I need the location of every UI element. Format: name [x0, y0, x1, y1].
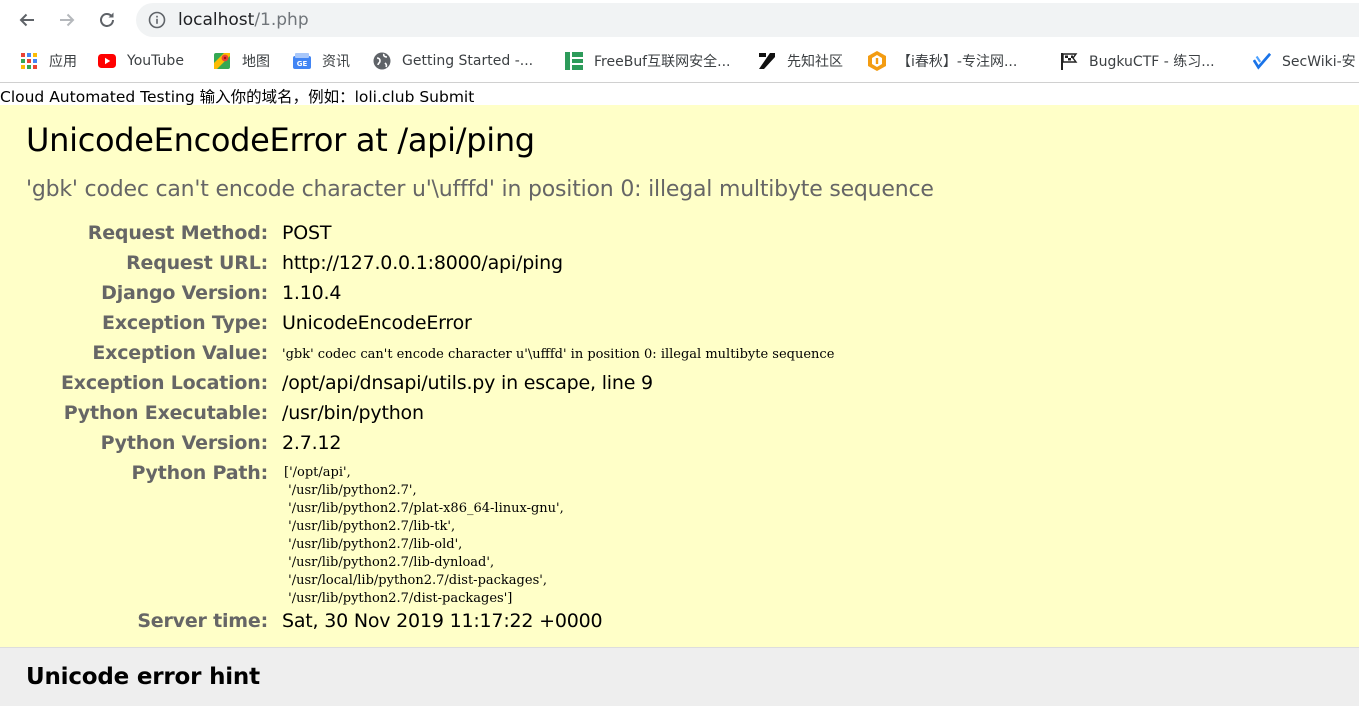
python-path-list: ['/opt/api', '/usr/lib/python2.7', '/usr… [284, 465, 564, 606]
meta-value: 1.10.4 [282, 282, 342, 304]
bookmark-label: 资讯 [322, 54, 350, 70]
url-host: localhost [178, 10, 255, 30]
meta-key: Python Executable: [63, 402, 268, 424]
meta-row-request-url: Request URL: http://127.0.0.1:8000/api/p… [0, 248, 1359, 278]
meta-key: Python Path: [131, 462, 268, 484]
maps-icon [213, 52, 231, 70]
unicode-hint-section: Unicode error hint [0, 648, 1359, 706]
domain-form-line: Cloud Automated Testing 输入你的域名，例如：loli.c… [0, 88, 475, 106]
bookmark-apps[interactable]: 应用 [20, 50, 77, 72]
meta-row-django-version: Django Version: 1.10.4 [0, 278, 1359, 308]
meta-row-python-executable: Python Executable: /usr/bin/python [0, 398, 1359, 428]
forward-arrow-icon [60, 13, 75, 27]
meta-key: Python Version: [100, 432, 269, 454]
meta-value: 2.7.12 [282, 432, 342, 454]
meta-value: http://127.0.0.1:8000/api/ping [282, 252, 563, 274]
bookmarks-bar: 应用 YouTube 地图 GE 资讯 Getting Started -...… [0, 40, 1359, 83]
xianzhi-icon [758, 52, 776, 70]
meta-row-exception-type: Exception Type: UnicodeEncodeError [0, 308, 1359, 338]
bookmark-xianzhi[interactable]: 先知社区 [758, 50, 843, 72]
address-bar[interactable]: localhost/1.php [136, 3, 1359, 37]
meta-key: Exception Location: [61, 372, 268, 394]
meta-row-server-time: Server time: Sat, 30 Nov 2019 11:17:22 +… [0, 606, 1359, 636]
meta-row-exception-location: Exception Location: /opt/api/dnsapi/util… [0, 368, 1359, 398]
freebuf-icon [565, 52, 583, 70]
svg-text:GE: GE [297, 60, 308, 68]
meta-value: /usr/bin/python [282, 402, 424, 424]
meta-row-python-version: Python Version: 2.7.12 [0, 428, 1359, 458]
bookmark-freebuf[interactable]: FreeBuf互联网安全... [565, 50, 730, 72]
meta-key: Django Version: [101, 282, 268, 304]
bookmark-label: YouTube [127, 53, 184, 69]
bookmark-label: 先知社区 [787, 54, 843, 70]
meta-key: Request URL: [126, 252, 268, 274]
globe-icon [373, 52, 391, 70]
meta-value: POST [282, 222, 332, 244]
back-arrow-icon [19, 13, 34, 27]
bookmark-secwiki[interactable]: SecWiki-安 [1253, 50, 1356, 72]
bookmark-news[interactable]: GE 资讯 [293, 50, 350, 72]
meta-key: Server time: [137, 610, 268, 632]
bookmark-label: 【i春秋】-专注网... [897, 54, 1018, 70]
error-summary: UnicodeEncodeError at /api/ping 'gbk' co… [0, 105, 1359, 648]
bookmark-label: BugkuCTF - 练习... [1089, 54, 1215, 70]
bookmark-ichunqiu[interactable]: 【i春秋】-专注网... [868, 50, 1017, 72]
meta-key: Exception Value: [92, 342, 268, 364]
ichunqiu-icon [868, 51, 886, 71]
bookmark-youtube[interactable]: YouTube [98, 50, 184, 72]
info-icon[interactable] [148, 11, 166, 29]
meta-value: Sat, 30 Nov 2019 11:17:22 +0000 [282, 610, 603, 632]
meta-key: Exception Type: [102, 312, 268, 334]
youtube-icon [98, 52, 116, 70]
url-text: localhost/1.php [178, 10, 309, 30]
meta-row-request-method: Request Method: POST [0, 218, 1359, 248]
reload-button[interactable] [93, 6, 121, 34]
bookmark-label: SecWiki-安 [1282, 54, 1356, 70]
url-path: /1.php [254, 10, 309, 30]
unicode-hint-title: Unicode error hint [26, 664, 260, 690]
meta-value: 'gbk' codec can't encode character u'\uf… [282, 347, 835, 362]
error-title: UnicodeEncodeError at /api/ping [26, 121, 535, 159]
back-button[interactable] [13, 6, 41, 34]
bookmark-label: 地图 [242, 54, 270, 70]
error-subtitle: 'gbk' codec can't encode character u'\uf… [26, 177, 934, 202]
meta-value: /opt/api/dnsapi/utils.py in escape, line… [282, 372, 653, 394]
secwiki-icon [1253, 52, 1271, 70]
meta-value: UnicodeEncodeError [282, 312, 472, 334]
bookmark-label: Getting Started -... [402, 53, 534, 69]
bookmark-label: FreeBuf互联网安全... [594, 54, 731, 70]
browser-toolbar: localhost/1.php [0, 0, 1359, 40]
bookmark-label: 应用 [49, 54, 77, 70]
reload-icon [100, 12, 114, 27]
news-icon: GE [293, 52, 311, 70]
flag-icon [1060, 52, 1078, 70]
meta-row-python-path: Python Path: [0, 458, 1359, 488]
meta-row-exception-value: Exception Value: 'gbk' codec can't encod… [0, 338, 1359, 368]
bookmark-bugkuctf[interactable]: BugkuCTF - 练习... [1060, 50, 1215, 72]
forward-button[interactable] [53, 6, 81, 34]
meta-key: Request Method: [87, 222, 268, 244]
bookmark-maps[interactable]: 地图 [213, 50, 270, 72]
bookmark-getting-started[interactable]: Getting Started -... [373, 50, 533, 72]
apps-grid-icon [20, 52, 38, 70]
